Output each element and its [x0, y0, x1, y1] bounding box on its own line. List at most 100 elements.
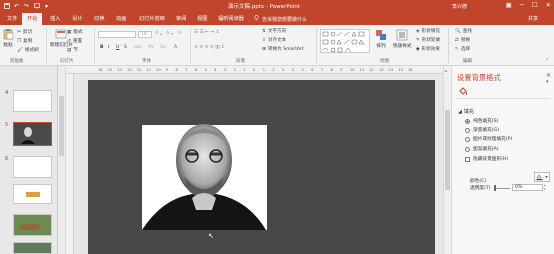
slide-thumbnail-active[interactable] [13, 122, 52, 146]
section-button[interactable]: ▤ 节 [67, 47, 78, 54]
smartart-button[interactable]: ⊞ 转换为 SmartArt [262, 46, 304, 53]
ruler-tick-label: 15 [107, 68, 113, 72]
current-slide[interactable]: ↖ [88, 80, 435, 254]
transparency-slider[interactable] [494, 188, 510, 189]
font-size-combo[interactable]: 18 [138, 31, 152, 38]
shape-effects-button[interactable]: ◆ 形状效果 [416, 46, 440, 53]
find-button[interactable]: 🔍 查找 [455, 28, 472, 35]
brush-icon: 🖌 [17, 47, 23, 53]
layout-label: 版式 [73, 30, 83, 35]
shadow-button[interactable]: S [124, 45, 127, 50]
tab-design[interactable]: 设计 [72, 15, 82, 22]
ruler-tick-label: 2 [233, 68, 236, 72]
tab-insert[interactable]: 插入 [50, 15, 60, 22]
spinner-icon[interactable]: ▴ ▾ [544, 183, 546, 191]
font-name-combo[interactable] [98, 31, 136, 38]
ribbon-display-icon[interactable]: ▣ [506, 1, 512, 9]
copy-button[interactable]: ❐ 复制 [17, 38, 32, 45]
grow-font-button[interactable]: A ▴ [155, 31, 162, 36]
shape-fill-button[interactable]: ◈ 形状填充 [416, 28, 440, 35]
shapes-gallery[interactable] [320, 29, 370, 53]
reset-button[interactable]: ↺ 重置 [67, 38, 82, 45]
paste-button[interactable]: 粘贴 [2, 28, 14, 48]
fill-icon[interactable] [458, 86, 468, 98]
change-case-icon[interactable]: Aa [160, 45, 166, 50]
maximize-icon[interactable]: ☐ [532, 1, 538, 9]
horizontal-ruler[interactable]: 16 15 14 13 12 11 10 9 8 7 6 5 4 3 2 1 0 1 2 3 4 5 6 7 8 9 10 11 12 1… [66, 66, 443, 74]
transparency-input[interactable]: 0% [512, 184, 543, 191]
ruler-tick-label: 5 [204, 68, 207, 72]
align-icons[interactable]: ≡ ≡ ≡ ≡ ▥ ↕ [194, 45, 225, 50]
thumb-image [26, 192, 40, 197]
tab-home[interactable]: 开始 [22, 13, 43, 25]
vertical-ruler[interactable] [66, 74, 74, 254]
shrink-font-button[interactable]: A ▾ [166, 31, 173, 36]
undo-icon[interactable]: ↶ [13, 3, 20, 10]
arrange-button[interactable]: 排列 [375, 29, 387, 49]
present-icon[interactable] [33, 3, 40, 10]
align-text-button[interactable]: ⇳ 对齐文本 [262, 37, 286, 44]
layout-button[interactable]: ▦ 版式 [67, 29, 83, 36]
slider-handle[interactable] [494, 185, 496, 191]
picture-fill-option[interactable]: 图片或纹理填充(P) [465, 136, 512, 142]
format-painter-button[interactable]: 🖌 格式刷 [17, 47, 39, 54]
bullets-icon[interactable]: ☰ ☰ ⇤ ⇥ ↕ [194, 30, 220, 35]
save-icon[interactable] [3, 3, 10, 10]
radio-button[interactable] [465, 136, 470, 142]
thumbnails-scrollbar[interactable] [58, 66, 66, 254]
chevron-down-icon[interactable]: ▾ [546, 79, 549, 85]
tab-slideshow[interactable]: 幻灯片放映 [139, 15, 165, 22]
slide-thumbnail[interactable] [13, 242, 52, 254]
tab-file[interactable]: 文件 [7, 15, 17, 22]
tab-view[interactable]: 视图 [197, 15, 207, 22]
italic-button[interactable]: I [108, 45, 109, 50]
strikethrough-icon[interactable]: abc [134, 45, 142, 50]
fill-section-header[interactable]: ◢ 填充 [458, 108, 474, 116]
replace-button[interactable]: ⇄ 替换 [455, 37, 470, 44]
tab-animations[interactable]: 动画 [116, 15, 126, 22]
slide-thumbnail[interactable] [13, 214, 52, 236]
pattern-fill-option[interactable]: 图案填充(A) [465, 146, 499, 152]
gradient-fill-option[interactable]: 渐变填充(G) [465, 127, 499, 133]
canvas-scrollbar[interactable]: ▴ [443, 66, 451, 254]
scrollbar-thumb[interactable] [445, 110, 450, 190]
bold-button[interactable]: B [100, 45, 104, 50]
checkbox[interactable] [465, 156, 470, 162]
slide-number: 4 [5, 90, 9, 96]
tab-transitions[interactable]: 切换 [94, 15, 104, 22]
user-name[interactable]: 李兴德 [452, 3, 467, 10]
redo-icon[interactable]: ↷ [23, 3, 30, 10]
slide-thumbnail[interactable] [13, 184, 52, 204]
quick-styles-button[interactable]: 快速样式 [393, 29, 411, 49]
collapse-ribbon-icon[interactable]: ⌃ [545, 58, 549, 64]
hide-background-option[interactable]: 隐藏背景图形(H) [465, 156, 508, 162]
select-button[interactable]: ↖ 选择 [455, 46, 470, 53]
tab-foxit-reader[interactable]: 福昕阅读器 [218, 15, 244, 22]
close-icon[interactable]: ✕ [546, 1, 551, 9]
scrollbar-thumb[interactable] [59, 96, 64, 156]
minimize-icon[interactable]: ─ [520, 1, 524, 9]
tab-review[interactable]: 审阅 [176, 15, 186, 22]
customize-icon[interactable]: ▾ [43, 3, 50, 10]
text-direction-button[interactable]: ⇅ 文字方向 [262, 28, 286, 35]
slide-thumbnail[interactable] [13, 90, 52, 112]
scroll-up-icon[interactable]: ▴ [445, 68, 447, 73]
shape-outline-button[interactable]: ✎ 形状轮廓 [416, 37, 440, 44]
share-button[interactable]: 共享 [528, 15, 538, 22]
close-icon[interactable]: ✕ [546, 72, 551, 79]
radio-button[interactable] [465, 146, 470, 152]
portrait-image[interactable] [88, 80, 435, 254]
radio-button[interactable] [465, 118, 470, 124]
color-picker-button[interactable] [534, 172, 550, 182]
tell-me-box[interactable]: 告诉我您想要做什么 [254, 15, 307, 23]
cut-button[interactable]: ✂ 剪切 [17, 29, 32, 36]
quick-styles-icon [396, 29, 408, 41]
char-spacing-icon[interactable]: AV [148, 45, 154, 50]
slide-thumbnail[interactable] [13, 156, 52, 178]
font-color-icon[interactable]: A [174, 45, 177, 50]
option-label: 纯色填充(S) [473, 119, 499, 124]
underline-button[interactable]: U [116, 45, 119, 50]
solid-fill-option[interactable]: 纯色填充(S) [465, 118, 498, 124]
clear-format-icon[interactable]: A [178, 31, 181, 36]
radio-button[interactable] [465, 127, 470, 133]
